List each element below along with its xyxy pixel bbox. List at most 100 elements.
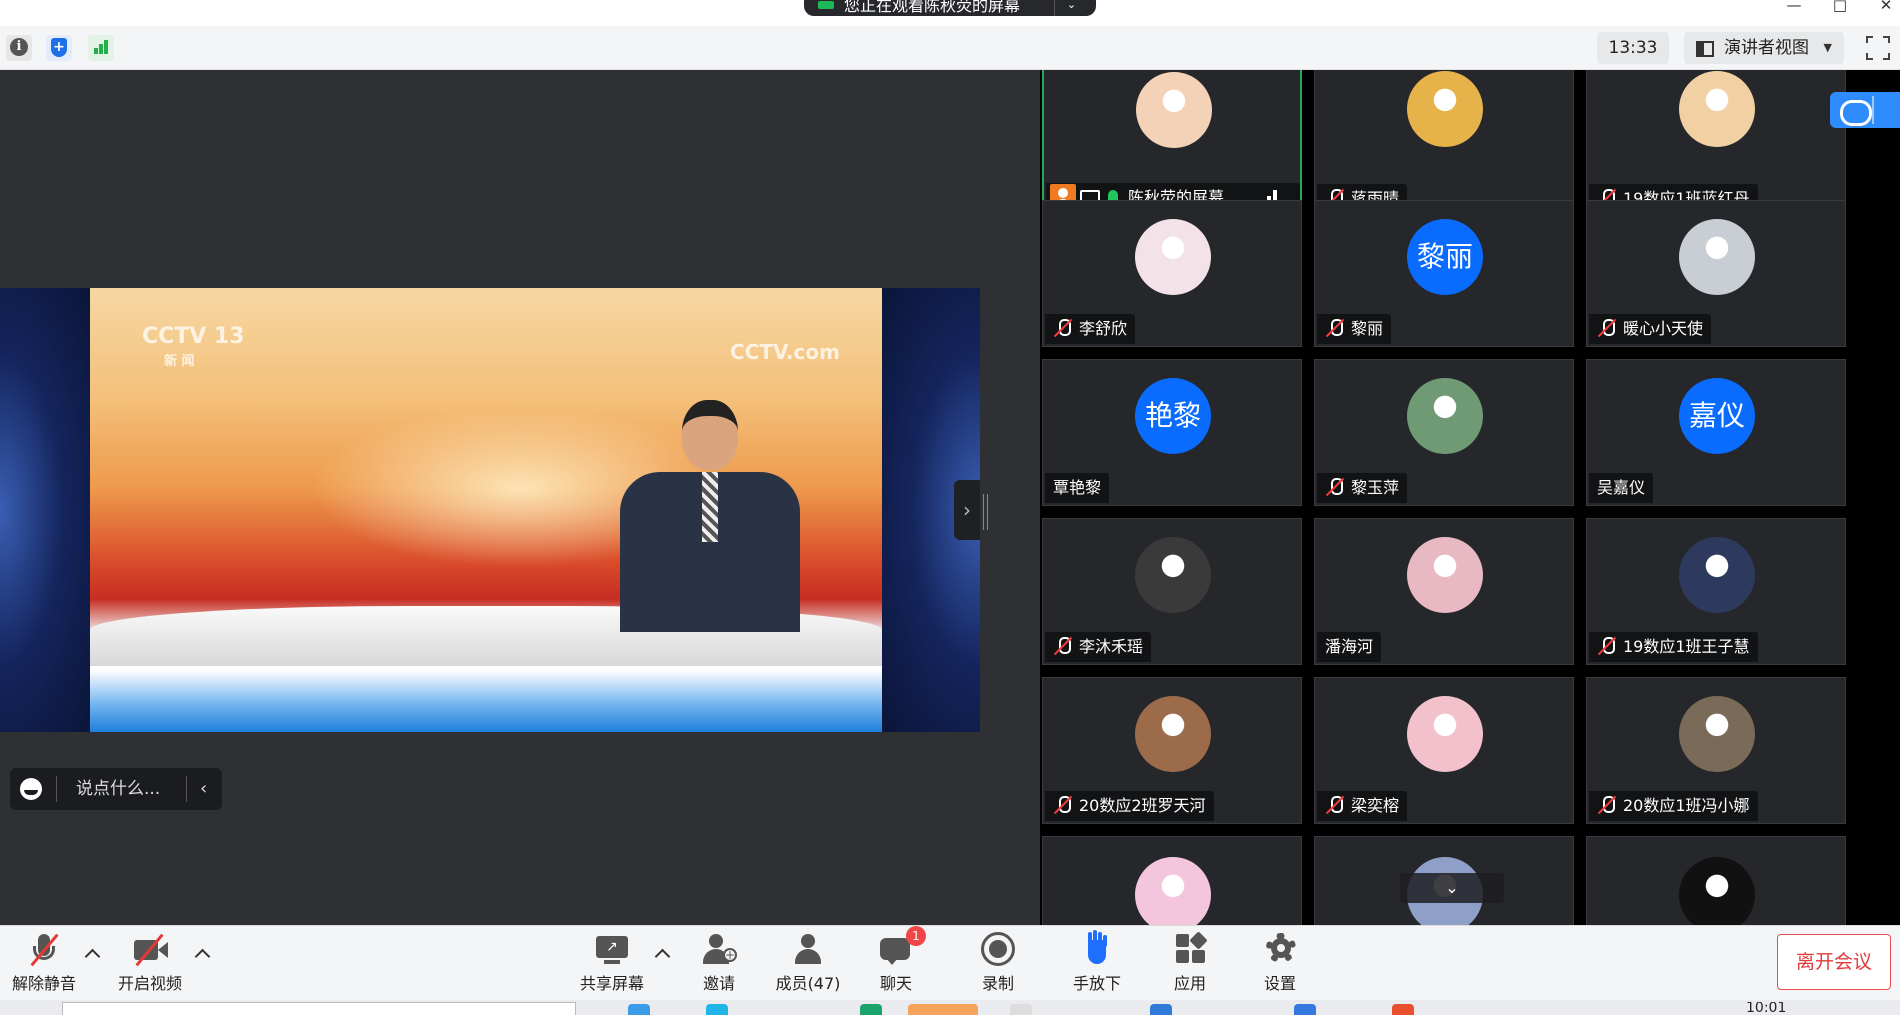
apps-grid-icon [1172, 931, 1208, 966]
chat-bubble-icon: 1 [878, 926, 926, 966]
participant-name-pill: 黎玉萍 [1317, 473, 1408, 503]
participant-tile[interactable]: 艳黎 覃艳黎 [1042, 359, 1302, 506]
cctv13-logo: CCTV 13 [142, 324, 245, 349]
participant-tile[interactable]: 暖心小天使 [1586, 200, 1846, 347]
fullscreen-icon[interactable] [1865, 35, 1891, 61]
participant-tile[interactable]: 19数应1班王子慧 [1586, 518, 1846, 665]
participant-avatar [1135, 537, 1211, 613]
quick-chat-bar[interactable]: 说点什么... ‹ [10, 768, 222, 810]
share-status-text: 您正在观看陈秋荧的屏幕 [844, 0, 1021, 15]
video-side-backdrop [0, 288, 90, 732]
close-button[interactable]: ✕ [1866, 0, 1900, 20]
video-off-icon [132, 932, 168, 967]
participant-tile[interactable]: 李舒欣 [1042, 200, 1302, 347]
maximize-button[interactable]: □ [1820, 0, 1860, 20]
taskbar-search-box[interactable] [62, 1002, 576, 1015]
participant-tile[interactable]: 李沐禾瑶 [1042, 518, 1302, 665]
raise-hand-icon [1079, 930, 1115, 966]
participant-avatar [1135, 857, 1211, 925]
settings-label: 设置 [1263, 974, 1296, 993]
microphone-muted-icon [1597, 636, 1617, 656]
meeting-timer: 13:33 [1597, 32, 1669, 64]
participant-name-pill: 李沐禾瑶 [1045, 632, 1152, 662]
panel-splitter[interactable] [980, 70, 1040, 925]
participant-avatar [1135, 696, 1211, 772]
microphone-muted-icon [1053, 318, 1073, 338]
participant-tile[interactable]: 梁奕榕 [1314, 677, 1574, 824]
os-taskbar: 10:01 [0, 1000, 1900, 1015]
taskbar-active-app-icon[interactable] [908, 1004, 978, 1015]
participant-name: 吴嘉仪 [1597, 478, 1646, 497]
participant-name-pill: 暖心小天使 [1589, 314, 1712, 344]
participant-tile[interactable]: 黎玉萍 [1314, 359, 1574, 506]
meeting-window: 您正在观看陈秋荧的屏幕 ⌄ — □ ✕ 13:33 演讲者视图 ▼ CCTV 1… [0, 0, 1900, 1015]
members-button[interactable]: 成员(47) [768, 932, 848, 998]
share-options-caret-icon[interactable] [654, 946, 670, 962]
share-screen-button[interactable]: ↗ 共享屏幕 [574, 932, 650, 998]
cloud-disk-icon[interactable] [1830, 92, 1900, 128]
taskbar-app-icon[interactable] [1392, 1004, 1414, 1015]
unmute-button[interactable]: 解除静音 [6, 932, 82, 998]
members-label: 成员(47) [775, 974, 841, 993]
shared-video: CCTV 13 新 闻 CCTV.com [0, 288, 980, 732]
taskbar-clock: 10:01 [1746, 1002, 1787, 1015]
participant-name: 潘海河 [1325, 637, 1374, 656]
taskbar-app-icon[interactable] [1010, 1004, 1032, 1015]
participant-tile[interactable]: 陈秋荧的屏幕... [1042, 70, 1302, 217]
apps-button[interactable]: 应用 [1158, 931, 1222, 998]
taskbar-app-icon[interactable] [706, 1004, 728, 1015]
signal-icon[interactable] [88, 35, 114, 61]
settings-button[interactable]: 设置 [1248, 932, 1312, 998]
collapse-gallery-chevron-icon[interactable]: › [954, 480, 980, 540]
speaker-view-icon [1696, 41, 1714, 57]
participant-tile[interactable]: 19数应1班蓝红丹 [1586, 70, 1846, 217]
participant-name: 黎玉萍 [1351, 478, 1400, 497]
lower-hand-button[interactable]: 手放下 [1062, 930, 1132, 998]
add-user-icon: + [701, 932, 737, 966]
participant-name-pill: 吴嘉仪 [1589, 473, 1654, 503]
participant-tile[interactable]: 黎丽 黎丽 [1314, 200, 1574, 347]
participant-tile[interactable]: 蒋雨晴 [1314, 70, 1574, 217]
taskbar-app-icon[interactable] [1294, 1004, 1316, 1015]
taskbar-app-icon[interactable] [860, 1004, 882, 1015]
unmute-label: 解除静音 [11, 974, 76, 993]
participant-name-pill: 黎丽 [1317, 314, 1392, 344]
minimize-button[interactable]: — [1774, 0, 1814, 20]
view-mode-dropdown[interactable]: 演讲者视图 ▼ [1684, 32, 1844, 64]
participant-tile[interactable]: 20数应2班罗天河 [1042, 677, 1302, 824]
microphone-muted-icon [1325, 318, 1345, 338]
participant-tile[interactable]: 20数应1班冯小娜 [1586, 677, 1846, 824]
chat-button[interactable]: 1 聊天 [864, 926, 928, 998]
participant-tile[interactable] [1042, 836, 1302, 925]
scroll-down-chevron-icon[interactable]: ⌄ [1400, 873, 1504, 903]
microphone-muted-icon [1325, 795, 1345, 815]
info-icon[interactable] [6, 35, 32, 61]
chevron-left-icon[interactable]: ‹ [200, 768, 207, 810]
cctv13-logo-sub: 新 闻 [164, 354, 195, 369]
participant-tile[interactable]: 嘉仪 吴嘉仪 [1586, 359, 1846, 506]
taskbar-app-icon[interactable] [1150, 1004, 1172, 1015]
shield-icon[interactable] [46, 35, 72, 61]
participant-tile[interactable]: 潘海河 [1314, 518, 1574, 665]
invite-button[interactable]: + 邀请 [686, 932, 752, 998]
share-menu-chevron-icon[interactable]: ⌄ [1054, 0, 1088, 16]
participant-avatar [1679, 696, 1755, 772]
apps-label: 应用 [1173, 974, 1206, 993]
leave-meeting-button[interactable]: 离开会议 [1777, 934, 1891, 990]
meeting-controls-bar: 解除静音 开启视频 ↗ 共享屏幕 + 邀请 成员(47) 1 聊天 录制 手放下… [0, 925, 1900, 1000]
chat-unread-badge: 1 [906, 926, 926, 946]
microphone-muted-icon [1597, 795, 1617, 815]
participant-tile[interactable] [1586, 836, 1846, 925]
taskbar-app-icon[interactable] [628, 1004, 650, 1015]
splitter-grip[interactable] [983, 494, 988, 530]
participant-avatar [1407, 71, 1483, 147]
screen-share-status-pill[interactable]: 您正在观看陈秋荧的屏幕 ⌄ [804, 0, 1096, 16]
participant-name-pill: 19数应1班王子慧 [1589, 632, 1758, 662]
emoji-icon[interactable] [20, 778, 42, 800]
audio-options-caret-icon[interactable] [84, 946, 100, 962]
start-video-button[interactable]: 开启视频 [112, 932, 188, 998]
video-options-caret-icon[interactable] [194, 946, 210, 962]
record-button[interactable]: 录制 [964, 932, 1032, 998]
chat-input-placeholder[interactable]: 说点什么... [76, 768, 160, 810]
participant-name: 暖心小天使 [1623, 319, 1704, 338]
